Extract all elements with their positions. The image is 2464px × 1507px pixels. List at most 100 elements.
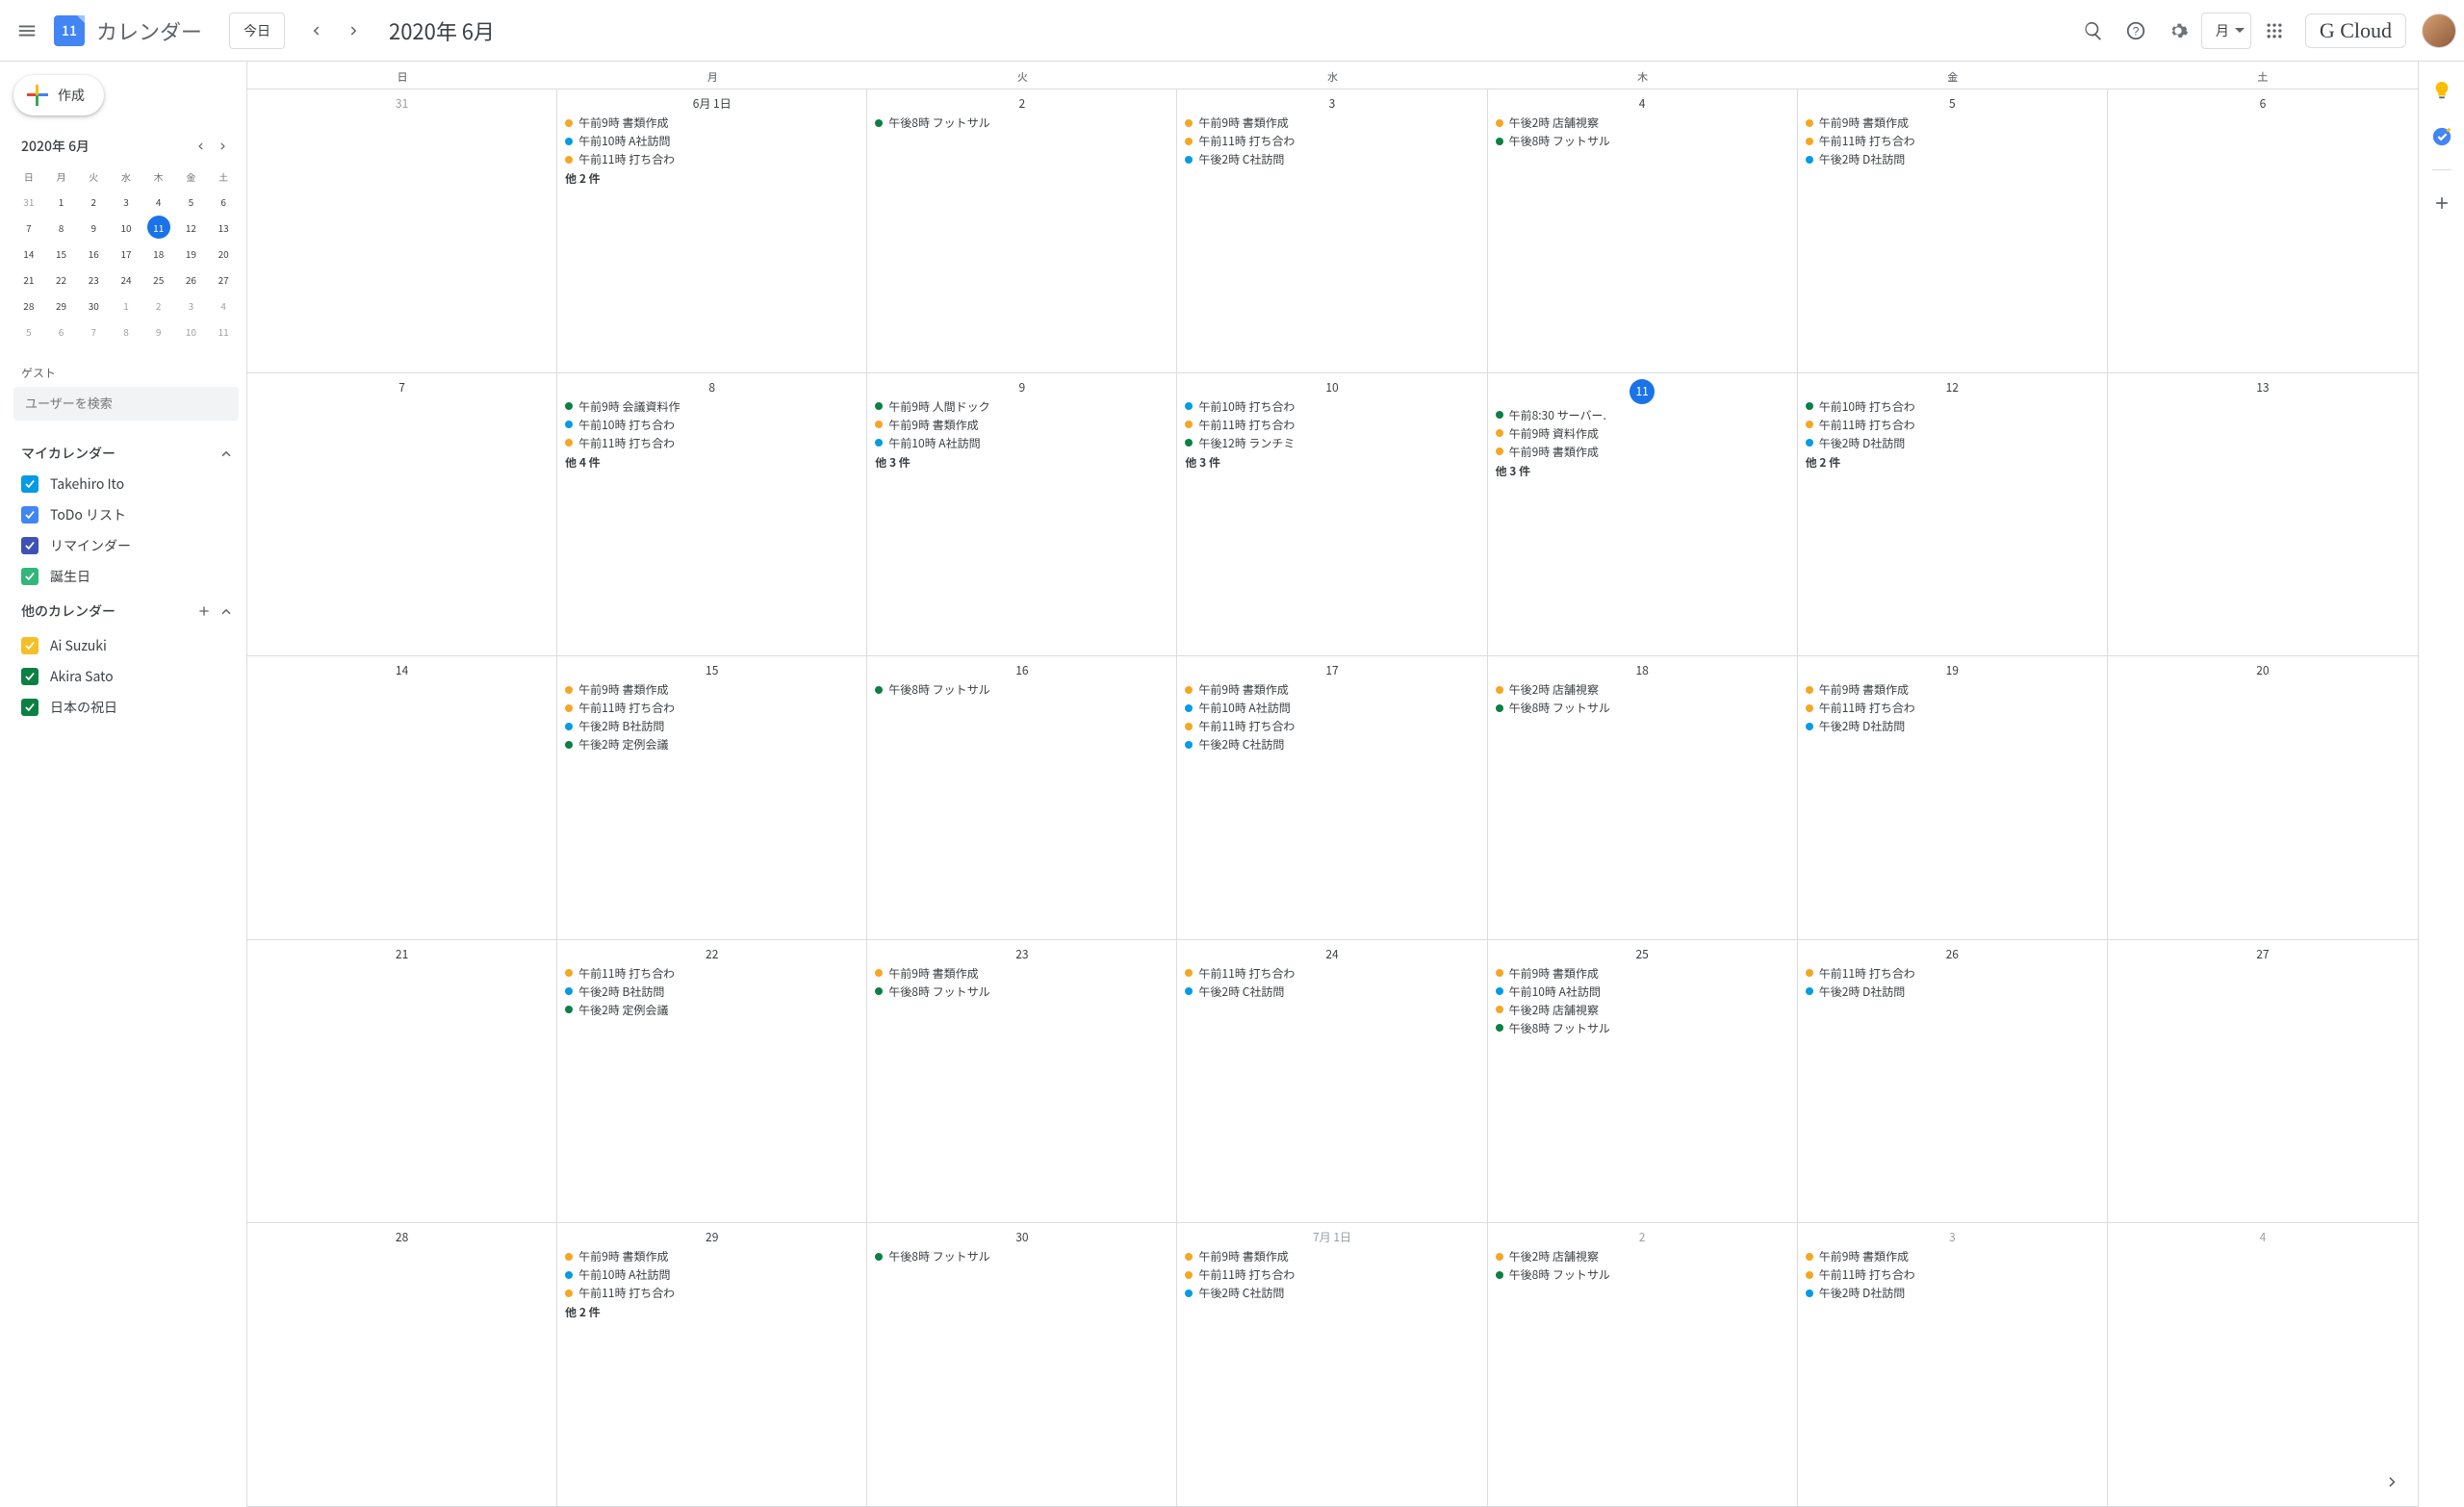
event[interactable]: 午前11時 打ち合わ <box>1181 964 1482 983</box>
calendar-item[interactable]: Ai Suzuki <box>13 630 239 661</box>
mini-calendar[interactable]: 日月火水木金土311234567891011121314151617181920… <box>13 166 239 344</box>
event[interactable]: 午前9時 人間ドック <box>871 397 1172 416</box>
event[interactable]: 午後2時 店舗視察 <box>1492 1247 1793 1265</box>
more-events-button[interactable]: 他 2 件 <box>561 168 862 189</box>
checkbox[interactable] <box>21 699 38 716</box>
event[interactable]: 午後8時 フットサル <box>871 114 1172 132</box>
event[interactable]: 午前9時 書類作成 <box>871 416 1172 434</box>
keep-button[interactable] <box>2425 73 2459 108</box>
mini-day[interactable]: 10 <box>111 216 141 240</box>
event[interactable]: 午前11時 打ち合わ <box>1802 964 2103 983</box>
calendar-item[interactable]: 誕生日 <box>13 561 239 592</box>
event[interactable]: 午後8時 フットサル <box>1492 132 1793 150</box>
event[interactable]: 午前10時 打ち合わ <box>1802 397 2103 416</box>
mini-day[interactable]: 2 <box>143 294 174 318</box>
cell-date[interactable]: 15 <box>561 658 862 680</box>
event[interactable]: 午前9時 書類作成 <box>1181 680 1482 699</box>
mini-day[interactable]: 22 <box>46 268 77 292</box>
event[interactable]: 午後2時 D社訪問 <box>1802 1284 2103 1302</box>
create-button[interactable]: 作成 <box>13 75 104 115</box>
mini-day[interactable]: 9 <box>78 216 109 240</box>
event[interactable]: 午前11時 打ち合わ <box>1181 1265 1482 1284</box>
event[interactable]: 午後2時 C社訪問 <box>1181 150 1482 168</box>
settings-button[interactable] <box>2159 12 2197 50</box>
event[interactable]: 午前11時 打ち合わ <box>1802 416 2103 434</box>
mini-day[interactable]: 19 <box>176 242 207 266</box>
menu-button[interactable] <box>8 12 46 50</box>
event[interactable]: 午後2時 C社訪問 <box>1181 983 1482 1001</box>
event[interactable]: 午後8時 フットサル <box>871 1247 1172 1265</box>
calendar-item[interactable]: 日本の祝日 <box>13 692 239 723</box>
calendar-cell[interactable]: 18午後2時 店舗視察午後8時 フットサル <box>1488 656 1798 940</box>
event[interactable]: 午前11時 打ち合わ <box>1802 1265 2103 1284</box>
cell-date[interactable]: 13 <box>2112 375 2414 397</box>
calendar-cell[interactable]: 14 <box>247 656 557 940</box>
mini-day[interactable]: 18 <box>143 242 174 266</box>
calendar-cell[interactable]: 19午前9時 書類作成午前11時 打ち合わ午後2時 D社訪問 <box>1798 656 2108 940</box>
event[interactable]: 午前9時 書類作成 <box>1181 114 1482 132</box>
checkbox[interactable] <box>21 506 38 524</box>
event[interactable]: 午前9時 書類作成 <box>1802 680 2103 699</box>
calendar-cell[interactable]: 10午前10時 打ち合わ午前11時 打ち合わ午後12時 ランチミ他 3 件 <box>1177 373 1487 657</box>
event[interactable]: 午前11時 打ち合わ <box>1181 416 1482 434</box>
calendar-cell[interactable]: 15午前9時 書類作成午前11時 打ち合わ午後2時 B社訪問午後2時 定例会議 <box>557 656 867 940</box>
calendar-cell[interactable]: 20 <box>2108 656 2418 940</box>
mini-day[interactable]: 5 <box>176 190 207 214</box>
calendar-cell[interactable]: 22午前11時 打ち合わ午後2時 B社訪問午後2時 定例会議 <box>557 940 867 1224</box>
cell-date[interactable]: 19 <box>1802 658 2103 680</box>
event[interactable]: 午前8:30 サーバー. <box>1492 406 1793 424</box>
event[interactable]: 午前9時 会議資料作 <box>561 397 862 416</box>
mini-day[interactable]: 4 <box>143 190 174 214</box>
mini-day[interactable]: 3 <box>176 294 207 318</box>
mini-day[interactable]: 11 <box>147 216 170 239</box>
mini-day[interactable]: 8 <box>46 216 77 240</box>
event[interactable]: 午後2時 D社訪問 <box>1802 717 2103 735</box>
cell-date[interactable]: 4 <box>1492 91 1793 114</box>
calendar-item[interactable]: ToDo リスト <box>13 499 239 530</box>
event[interactable]: 午後2時 B社訪問 <box>561 717 862 735</box>
mini-day[interactable]: 3 <box>111 190 141 214</box>
mini-day[interactable]: 23 <box>78 268 109 292</box>
mini-day[interactable]: 1 <box>46 190 77 214</box>
event[interactable]: 午前10時 A社訪問 <box>1492 983 1793 1001</box>
cell-date[interactable]: 10 <box>1181 375 1482 397</box>
mini-day[interactable]: 30 <box>78 294 109 318</box>
calendar-cell[interactable]: 6月 1日午前9時 書類作成午前10時 A社訪問午前11時 打ち合わ他 2 件 <box>557 89 867 373</box>
mini-day[interactable]: 11 <box>208 319 239 344</box>
help-button[interactable]: ? <box>2117 12 2155 50</box>
cell-date[interactable]: 30 <box>871 1225 1172 1247</box>
calendar-cell[interactable]: 12午前10時 打ち合わ午前11時 打ち合わ午後2時 D社訪問他 2 件 <box>1798 373 2108 657</box>
calendar-cell[interactable]: 6 <box>2108 89 2418 373</box>
mini-day[interactable]: 20 <box>208 242 239 266</box>
calendar-cell[interactable]: 13 <box>2108 373 2418 657</box>
cell-date[interactable]: 18 <box>1492 658 1793 680</box>
my-calendars-header[interactable]: マイカレンダー <box>13 438 239 469</box>
event[interactable]: 午前10時 A社訪問 <box>561 132 862 150</box>
calendar-cell[interactable]: 31 <box>247 89 557 373</box>
event[interactable]: 午前10時 A社訪問 <box>871 434 1172 452</box>
event[interactable]: 午前9時 書類作成 <box>561 114 862 132</box>
mini-day[interactable]: 15 <box>46 242 77 266</box>
event[interactable]: 午前9時 書類作成 <box>1802 114 2103 132</box>
event[interactable]: 午前10時 打ち合わ <box>1181 397 1482 416</box>
mini-day[interactable]: 1 <box>111 294 141 318</box>
calendar-cell[interactable]: 21 <box>247 940 557 1224</box>
next-button[interactable] <box>335 12 373 50</box>
event[interactable]: 午後2時 店舗視察 <box>1492 114 1793 132</box>
apps-button[interactable] <box>2255 12 2294 50</box>
calendar-cell[interactable]: 30午後8時 フットサル <box>867 1223 1177 1507</box>
event[interactable]: 午後2時 D社訪問 <box>1802 150 2103 168</box>
tasks-button[interactable] <box>2425 119 2459 154</box>
cell-date[interactable]: 28 <box>251 1225 552 1247</box>
event[interactable]: 午前11時 打ち合わ <box>561 964 862 983</box>
more-events-button[interactable]: 他 3 件 <box>1492 461 1793 481</box>
cell-date[interactable]: 27 <box>2112 942 2414 964</box>
cell-date[interactable]: 31 <box>251 91 552 114</box>
other-calendars-header[interactable]: 他のカレンダー <box>13 592 239 630</box>
calendar-item[interactable]: リマインダー <box>13 530 239 561</box>
calendar-cell[interactable]: 25午前9時 書類作成午前10時 A社訪問午後2時 店舗視察午後8時 フットサル <box>1488 940 1798 1224</box>
add-calendar-button[interactable] <box>191 598 218 625</box>
event[interactable]: 午前11時 打ち合わ <box>1181 132 1482 150</box>
event[interactable]: 午前11時 打ち合わ <box>1802 132 2103 150</box>
mini-day[interactable]: 6 <box>208 190 239 214</box>
